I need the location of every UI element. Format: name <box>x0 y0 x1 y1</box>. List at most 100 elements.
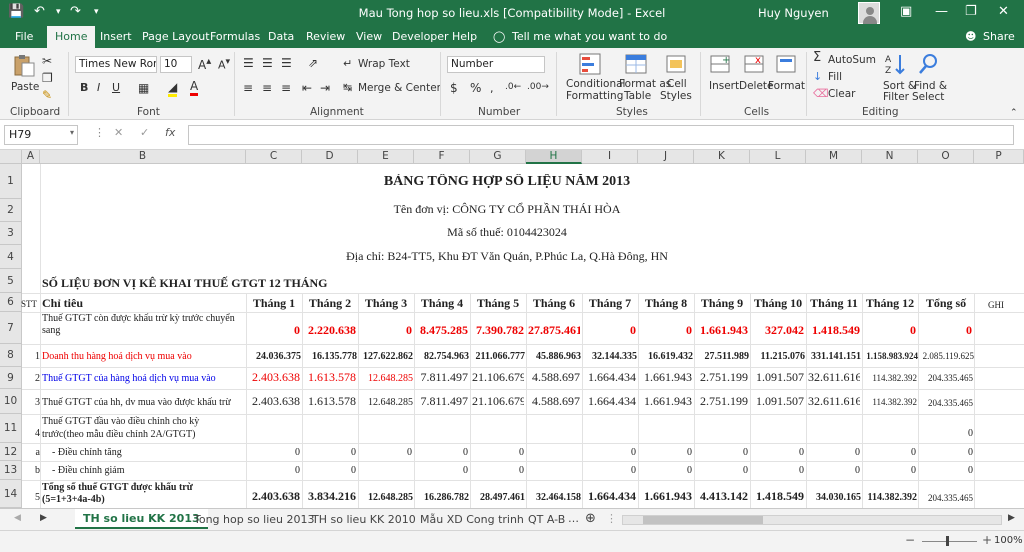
value-cell[interactable]: 0 <box>304 464 356 477</box>
align-middle-icon[interactable]: ☰ <box>262 56 273 70</box>
value-cell[interactable]: 0 <box>304 446 356 459</box>
value-cell[interactable]: 1.418.549 <box>808 324 860 337</box>
value-cell[interactable]: 27.511.989 <box>696 350 749 363</box>
tab-review[interactable]: Review <box>306 30 345 43</box>
row-header-7[interactable]: 7 <box>0 312 22 344</box>
copy-icon[interactable]: ❐ <box>42 71 53 85</box>
column-header-j[interactable]: J <box>638 150 694 164</box>
value-cell[interactable]: 8.475.285 <box>416 324 468 337</box>
column-header-l[interactable]: L <box>750 150 806 164</box>
align-center-icon[interactable]: ≡ <box>262 81 272 95</box>
company-address[interactable]: Địa chỉ: B24-TT5, Khu ĐT Văn Quán, P.Phú… <box>40 249 974 264</box>
value-cell[interactable]: 3.834.216 <box>304 490 356 503</box>
value-cell[interactable]: 1.661.943 <box>640 490 692 503</box>
name-box[interactable]: H79 <box>4 125 78 145</box>
row-header-13[interactable]: 13 <box>0 461 22 480</box>
column-header-p[interactable]: P <box>974 150 1024 164</box>
conditional-formatting-button[interactable]: Conditional <box>566 78 625 90</box>
value-cell[interactable]: 2.751.199 <box>696 395 748 408</box>
value-cell[interactable]: 0 <box>640 324 692 337</box>
insert-cells-button[interactable]: Insert <box>709 80 739 92</box>
column-header-i[interactable]: I <box>582 150 638 164</box>
value-cell[interactable]: 45.886.963 <box>528 350 581 363</box>
stt-cell[interactable]: b <box>22 464 40 477</box>
total-cell[interactable]: 0 <box>918 464 973 477</box>
value-cell[interactable]: 27.875.461 <box>528 324 580 337</box>
grow-font-icon[interactable]: A▴ <box>198 56 211 72</box>
month-header[interactable]: Tháng 10 <box>750 297 806 310</box>
value-cell[interactable]: 0 <box>864 324 916 337</box>
sheet-tab[interactable]: QT A-B <box>528 513 565 526</box>
column-header-f[interactable]: F <box>414 150 470 164</box>
tab-formulas[interactable]: Formulas <box>210 30 260 43</box>
value-cell[interactable]: 32.611.616 <box>808 395 860 408</box>
value-cell[interactable]: 0 <box>752 464 804 477</box>
stt-cell[interactable]: 3 <box>22 396 40 409</box>
shrink-font-icon[interactable]: A▾ <box>218 56 230 72</box>
close-icon[interactable]: ✕ <box>998 4 1009 19</box>
increase-decimal-icon[interactable]: .0← <box>505 82 521 92</box>
bold-icon[interactable]: B <box>80 81 88 94</box>
value-cell[interactable]: 2.403.638 <box>248 371 300 384</box>
value-cell[interactable]: 21.106.679 <box>472 371 524 384</box>
value-cell[interactable]: 1.091.507 <box>752 371 804 384</box>
value-cell[interactable]: 0 <box>696 464 748 477</box>
value-cell[interactable]: 12.648.285 <box>358 491 413 504</box>
value-cell[interactable]: 4.588.697 <box>528 395 580 408</box>
fill-button[interactable]: Fill <box>828 71 842 83</box>
zoom-out-icon[interactable]: − <box>905 533 915 547</box>
user-name[interactable]: Huy Nguyen <box>758 6 829 20</box>
value-cell[interactable]: 16.135.778 <box>304 350 357 363</box>
value-cell[interactable]: 1.661.943 <box>696 324 748 337</box>
value-cell[interactable]: 114.382.392 <box>862 396 917 409</box>
sheet-tab[interactable]: TH so lieu KK 2010 <box>312 513 416 526</box>
value-cell[interactable]: 1.661.943 <box>640 395 692 408</box>
value-cell[interactable]: 114.382.392 <box>862 372 917 385</box>
value-cell[interactable]: 0 <box>248 446 300 459</box>
value-cell[interactable]: 0 <box>416 464 468 477</box>
format-cells-button[interactable]: Format <box>768 80 805 92</box>
value-cell[interactable]: 1.613.578 <box>304 395 356 408</box>
comma-style-icon[interactable]: , <box>490 82 494 95</box>
month-header[interactable]: Tháng 2 <box>302 297 358 310</box>
value-cell[interactable]: 0 <box>808 446 860 459</box>
value-cell[interactable]: 12.648.285 <box>358 372 413 385</box>
zoom-in-icon[interactable]: + <box>982 533 992 547</box>
indicator-header[interactable]: Chỉ tiêu <box>42 297 242 310</box>
value-cell[interactable]: 11.215.076 <box>752 350 805 363</box>
align-left-icon[interactable]: ≡ <box>243 81 253 95</box>
value-cell[interactable]: 0 <box>640 464 692 477</box>
column-header-o[interactable]: O <box>918 150 974 164</box>
month-header[interactable]: Tháng 4 <box>414 297 470 310</box>
month-header[interactable]: Tháng 5 <box>470 297 526 310</box>
value-cell[interactable]: 2.403.638 <box>248 395 300 408</box>
tab-help[interactable]: Help <box>452 30 477 43</box>
column-header-d[interactable]: D <box>302 150 358 164</box>
format-painter-icon[interactable]: ✎ <box>42 88 52 102</box>
value-cell[interactable]: 331.141.151 <box>808 350 861 363</box>
row-header-11[interactable]: 11 <box>0 414 22 443</box>
value-cell[interactable]: 114.382.392 <box>862 491 917 504</box>
share-icon[interactable]: ☻ <box>965 30 976 43</box>
value-cell[interactable]: 1.613.578 <box>304 371 356 384</box>
note-header[interactable]: GHI <box>988 299 1024 312</box>
ribbon-display-icon[interactable]: ▣ <box>900 4 912 19</box>
company-name[interactable]: Tên đơn vị: CÔNG TY CỔ PHẦN THÁI HÒA <box>40 202 974 217</box>
decrease-decimal-icon[interactable]: .00→ <box>527 82 549 92</box>
row-header-5[interactable]: 5 <box>0 269 22 293</box>
column-header-g[interactable]: G <box>470 150 526 164</box>
total-cell[interactable]: 0 <box>918 427 973 440</box>
align-top-icon[interactable]: ☰ <box>243 56 254 70</box>
indicator-label-line2[interactable]: trước(theo mẫu điều chỉnh 2A/GTGT) <box>42 428 246 441</box>
percent-icon[interactable]: % <box>470 81 481 95</box>
value-cell[interactable]: 28.497.461 <box>470 491 525 504</box>
share-button[interactable]: Share <box>983 30 1015 43</box>
autosum-button[interactable]: AutoSum <box>828 54 876 66</box>
value-cell[interactable]: 1.418.549 <box>752 490 804 503</box>
select-all-corner[interactable] <box>0 150 22 164</box>
increase-indent-icon[interactable]: ⇥ <box>320 81 330 95</box>
row-header-4[interactable]: 4 <box>0 245 22 269</box>
value-cell[interactable]: 7.811.497 <box>416 371 468 384</box>
row-header-14[interactable]: 14 <box>0 480 22 508</box>
paste-button[interactable]: Paste <box>11 81 39 93</box>
